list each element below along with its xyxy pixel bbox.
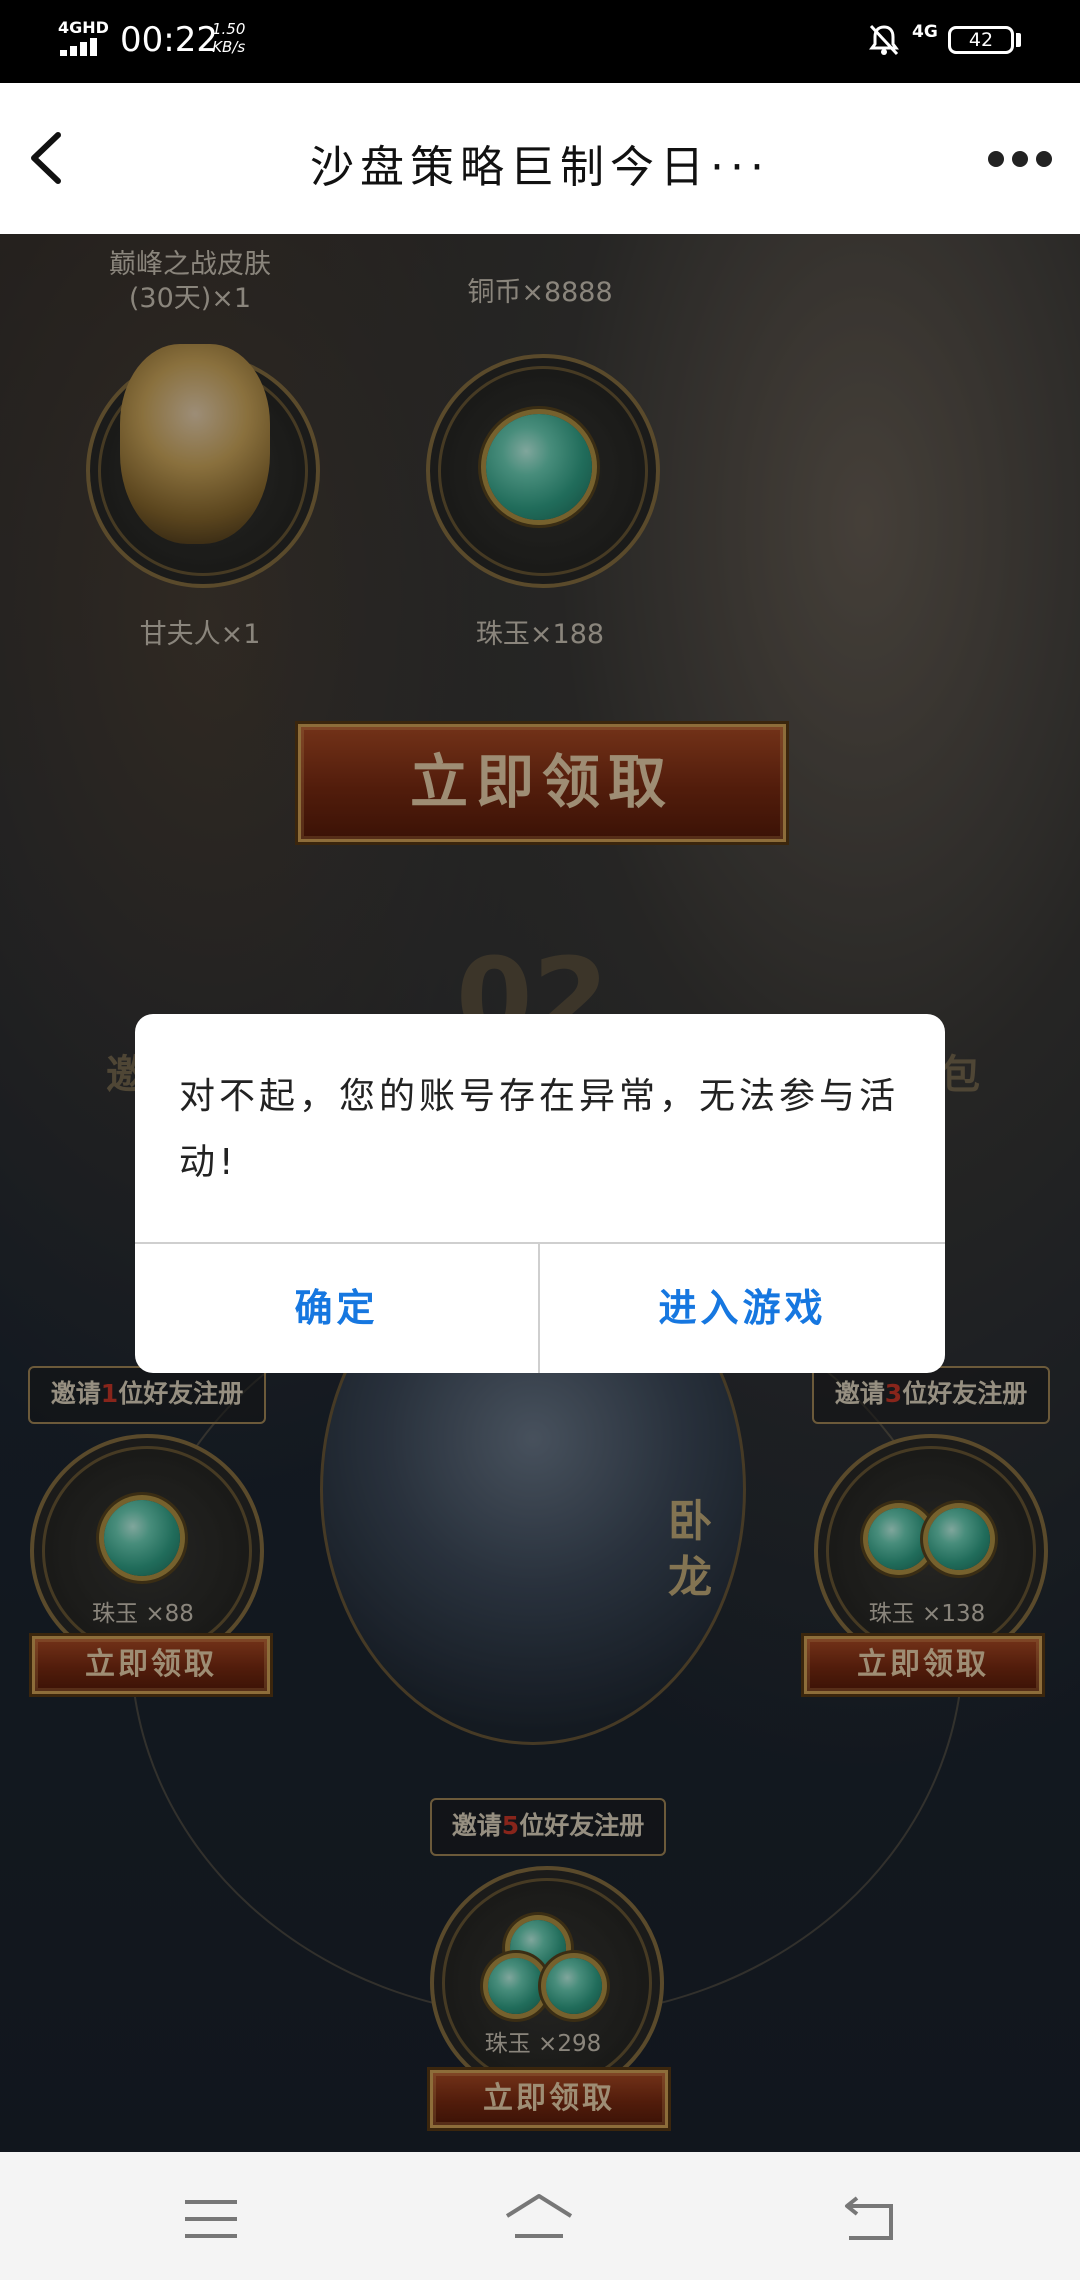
battery-level: 42 [968,29,994,51]
page-title: 沙盘策略巨制今日··· [310,142,770,193]
clock: 00:22 [120,20,218,60]
title-bar: 沙盘策略巨制今日··· [0,83,1080,234]
speed-unit: KB/s [212,38,246,56]
more-dots-icon[interactable] [982,143,1058,173]
home-icon[interactable] [503,2192,575,2244]
battery-tip [1016,33,1021,47]
network-speed: 1.50 KB/s [212,20,245,56]
network-type: 4GHD [58,18,109,37]
dialog-message: 对不起，您的账号存在异常，无法参与活动! [179,1076,900,1183]
alert-dialog: 对不起，您的账号存在异常，无法参与活动! 确定 进入游戏 [135,1014,945,1373]
battery-icon: 42 [948,26,1014,54]
menu-icon[interactable] [185,2200,237,2238]
confirm-button[interactable]: 确定 [135,1244,538,1373]
signal-icon [60,36,106,56]
system-nav-bar [0,2152,1080,2280]
mute-bell-icon [869,24,899,56]
network-type-secondary: 4G [912,22,938,42]
status-bar: 4GHD 00:22 1.50 KB/s 4G 42 [0,0,1080,83]
speed-value: 1.50 [212,20,246,38]
back-icon[interactable] [843,2194,895,2244]
enter-game-button[interactable]: 进入游戏 [540,1244,945,1373]
